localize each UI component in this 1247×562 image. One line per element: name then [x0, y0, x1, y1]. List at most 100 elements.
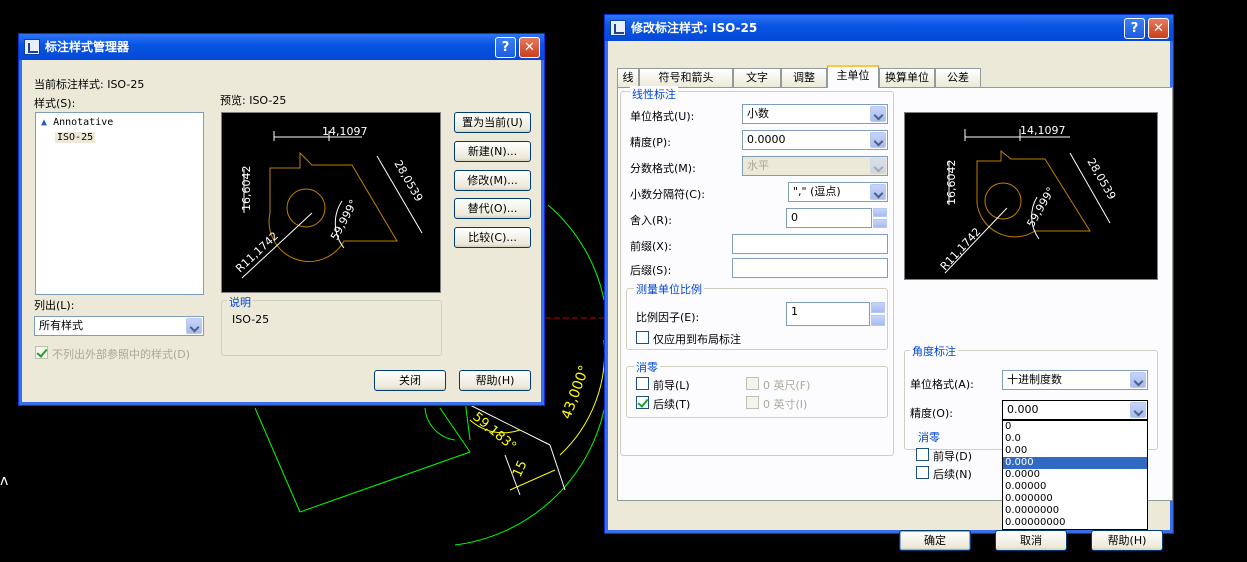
angular-unit-format-combo[interactable]: 十进制度数 — [1002, 370, 1148, 390]
unit-format-combo[interactable]: 小数 — [742, 104, 888, 124]
chevron-down-icon[interactable] — [870, 184, 886, 200]
chevron-down-icon[interactable] — [186, 318, 202, 334]
preview-dim-angle: 59,999° — [1024, 185, 1057, 230]
preview-dim-width: 14,1097 — [322, 125, 368, 138]
exclude-xref-checkbox[interactable] — [35, 346, 48, 359]
manager-titlebar[interactable]: 标注样式管理器 ? ✕ — [19, 34, 544, 60]
list-label: 列出(L): — [34, 299, 75, 312]
description-group — [221, 300, 442, 356]
tab-fit[interactable]: 调整 — [781, 68, 827, 87]
style-item-iso25[interactable]: ISO-25 — [55, 132, 96, 143]
tab-symbols-arrows[interactable]: 符号和箭头 — [639, 68, 733, 87]
spin-up-icon[interactable] — [871, 302, 885, 313]
decimal-separator-combo[interactable]: "," (逗点) — [788, 182, 888, 202]
modify-body: 线 符号和箭头 文字 调整 主单位 换算单位 公差 线性标注 单位格式(U): … — [605, 41, 1173, 551]
layout-only-label: 仅应用到布局标注 — [653, 333, 741, 346]
precision-option[interactable]: 0.00000 — [1003, 481, 1147, 493]
close-icon[interactable]: ✕ — [1148, 18, 1169, 39]
description-title: 说明 — [227, 294, 253, 310]
primary-units-panel: 线性标注 单位格式(U): 小数 精度(P): 0.0000 分数格式(M): … — [617, 86, 1173, 530]
spin-down-icon[interactable] — [871, 315, 885, 326]
tab-tolerances[interactable]: 公差 — [935, 68, 981, 87]
dim-ext-1 — [439, 407, 471, 453]
help-icon[interactable]: ? — [495, 37, 516, 58]
new-button[interactable]: 新建(N)... — [454, 141, 531, 162]
dim-ext-left — [254, 407, 301, 513]
spin-up-icon[interactable] — [873, 208, 887, 217]
close-icon[interactable]: ✕ — [519, 37, 540, 58]
trailing-zero-label: 后续(T) — [653, 398, 691, 411]
scale-title: 测量单位比例 — [634, 281, 704, 297]
linear-title: 线性标注 — [630, 86, 678, 102]
angular-leading-checkbox[interactable] — [916, 448, 929, 461]
preview-dim-height: 16,6042 — [945, 160, 958, 206]
chevron-down-icon[interactable] — [870, 158, 886, 174]
modify-dimension-style-dialog: 修改标注样式: ISO-25 ? ✕ 线 符号和箭头 文字 调整 主单位 换算单… — [604, 14, 1174, 551]
scale-factor-spinner[interactable] — [870, 302, 886, 326]
style-item-annotative[interactable]: ▲ Annotative — [41, 117, 113, 128]
angular-leading-label: 前导(D) — [933, 450, 973, 463]
chevron-down-icon[interactable] — [870, 132, 886, 148]
styles-list[interactable]: ▲ Annotative ISO-25 — [35, 112, 204, 295]
cancel-button[interactable]: 取消 — [995, 530, 1067, 551]
layout-only-checkbox[interactable] — [636, 331, 649, 344]
manager-preview-drawing: 14,1097 16,6042 28,0539 R11,1742 59,999° — [233, 125, 425, 279]
angular-unit-format-label: 单位格式(A): — [910, 378, 974, 391]
exclude-xref-label: 不列出外部参照中的样式(D) — [52, 348, 191, 361]
round-off-label: 舍入(R): — [630, 214, 672, 227]
edge-glyph: ʌ — [0, 473, 8, 489]
leading-zero-label: 前导(L) — [653, 379, 690, 392]
precision-option[interactable]: 0.0 — [1003, 433, 1147, 445]
angular-precision-combo[interactable]: 0.000 — [1002, 400, 1148, 420]
dim-text-43: 43,000° — [559, 363, 593, 421]
leading-zero-checkbox[interactable] — [636, 377, 649, 390]
preview-dim-width: 14,1097 — [1020, 124, 1066, 137]
ok-button[interactable]: 确定 — [899, 530, 971, 551]
precision-combo[interactable]: 0.0000 — [742, 130, 888, 150]
precision-option[interactable]: 0.00 — [1003, 445, 1147, 457]
styles-label: 样式(S): — [34, 97, 76, 110]
tab-lines[interactable]: 线 — [617, 68, 639, 87]
zero-feet-checkbox[interactable] — [746, 377, 759, 390]
round-off-input[interactable]: 0 — [786, 208, 872, 228]
set-current-button[interactable]: 置为当前(U) — [454, 112, 531, 133]
spin-down-icon[interactable] — [873, 219, 887, 228]
angular-precision-dropdown[interactable]: 0 0.0 0.00 0.000 0.0000 0.00000 0.000000 0.0000… — [1002, 420, 1148, 530]
manager-title: 标注样式管理器 — [45, 40, 130, 54]
tab-text[interactable]: 文字 — [733, 68, 781, 87]
help-button[interactable]: 帮助(H) — [1091, 530, 1163, 551]
chevron-down-icon[interactable] — [870, 106, 886, 122]
preview-dim-diagonal: 28,0539 — [391, 158, 425, 204]
scale-factor-input[interactable]: 1 — [786, 302, 870, 326]
help-button[interactable]: 帮助(H) — [459, 370, 531, 391]
list-filter-combo[interactable]: 所有样式 — [34, 316, 204, 336]
precision-option[interactable]: 0.000000 — [1003, 493, 1147, 505]
precision-option[interactable]: 0.000 — [1003, 457, 1147, 469]
help-icon[interactable]: ? — [1124, 18, 1145, 39]
precision-option[interactable]: 0.0000000 — [1003, 505, 1147, 517]
tab-primary-units[interactable]: 主单位 — [827, 65, 879, 88]
zero-inches-checkbox[interactable] — [746, 396, 759, 409]
prefix-input[interactable] — [732, 234, 888, 254]
chevron-down-icon[interactable] — [1130, 372, 1146, 388]
tab-alternate-units[interactable]: 换算单位 — [879, 68, 935, 87]
prefix-label: 前缀(X): — [630, 240, 672, 253]
zero-feet-label: 0 英尺(F) — [763, 379, 811, 392]
angular-trailing-checkbox[interactable] — [916, 466, 929, 479]
fraction-format-label: 分数格式(M): — [630, 162, 696, 175]
suffix-input[interactable] — [732, 258, 888, 278]
close-button[interactable]: 关闭 — [374, 370, 446, 391]
override-button[interactable]: 替代(O)... — [454, 198, 531, 219]
round-off-spinner[interactable] — [872, 208, 888, 228]
precision-option[interactable]: 0.00000000 — [1003, 517, 1147, 529]
precision-option[interactable]: 0 — [1003, 421, 1147, 433]
autocad-app-icon — [24, 39, 40, 55]
chevron-down-icon[interactable] — [1130, 402, 1146, 418]
trailing-zero-checkbox[interactable] — [636, 396, 649, 409]
precision-option[interactable]: 0.0000 — [1003, 469, 1147, 481]
modify-titlebar[interactable]: 修改标注样式: ISO-25 ? ✕ — [605, 15, 1173, 41]
compare-button[interactable]: 比较(C)... — [454, 227, 531, 248]
fraction-format-combo[interactable]: 水平 — [742, 156, 888, 176]
modify-button[interactable]: 修改(M)... — [454, 170, 531, 191]
preview-dim-height: 16,6042 — [240, 166, 253, 212]
